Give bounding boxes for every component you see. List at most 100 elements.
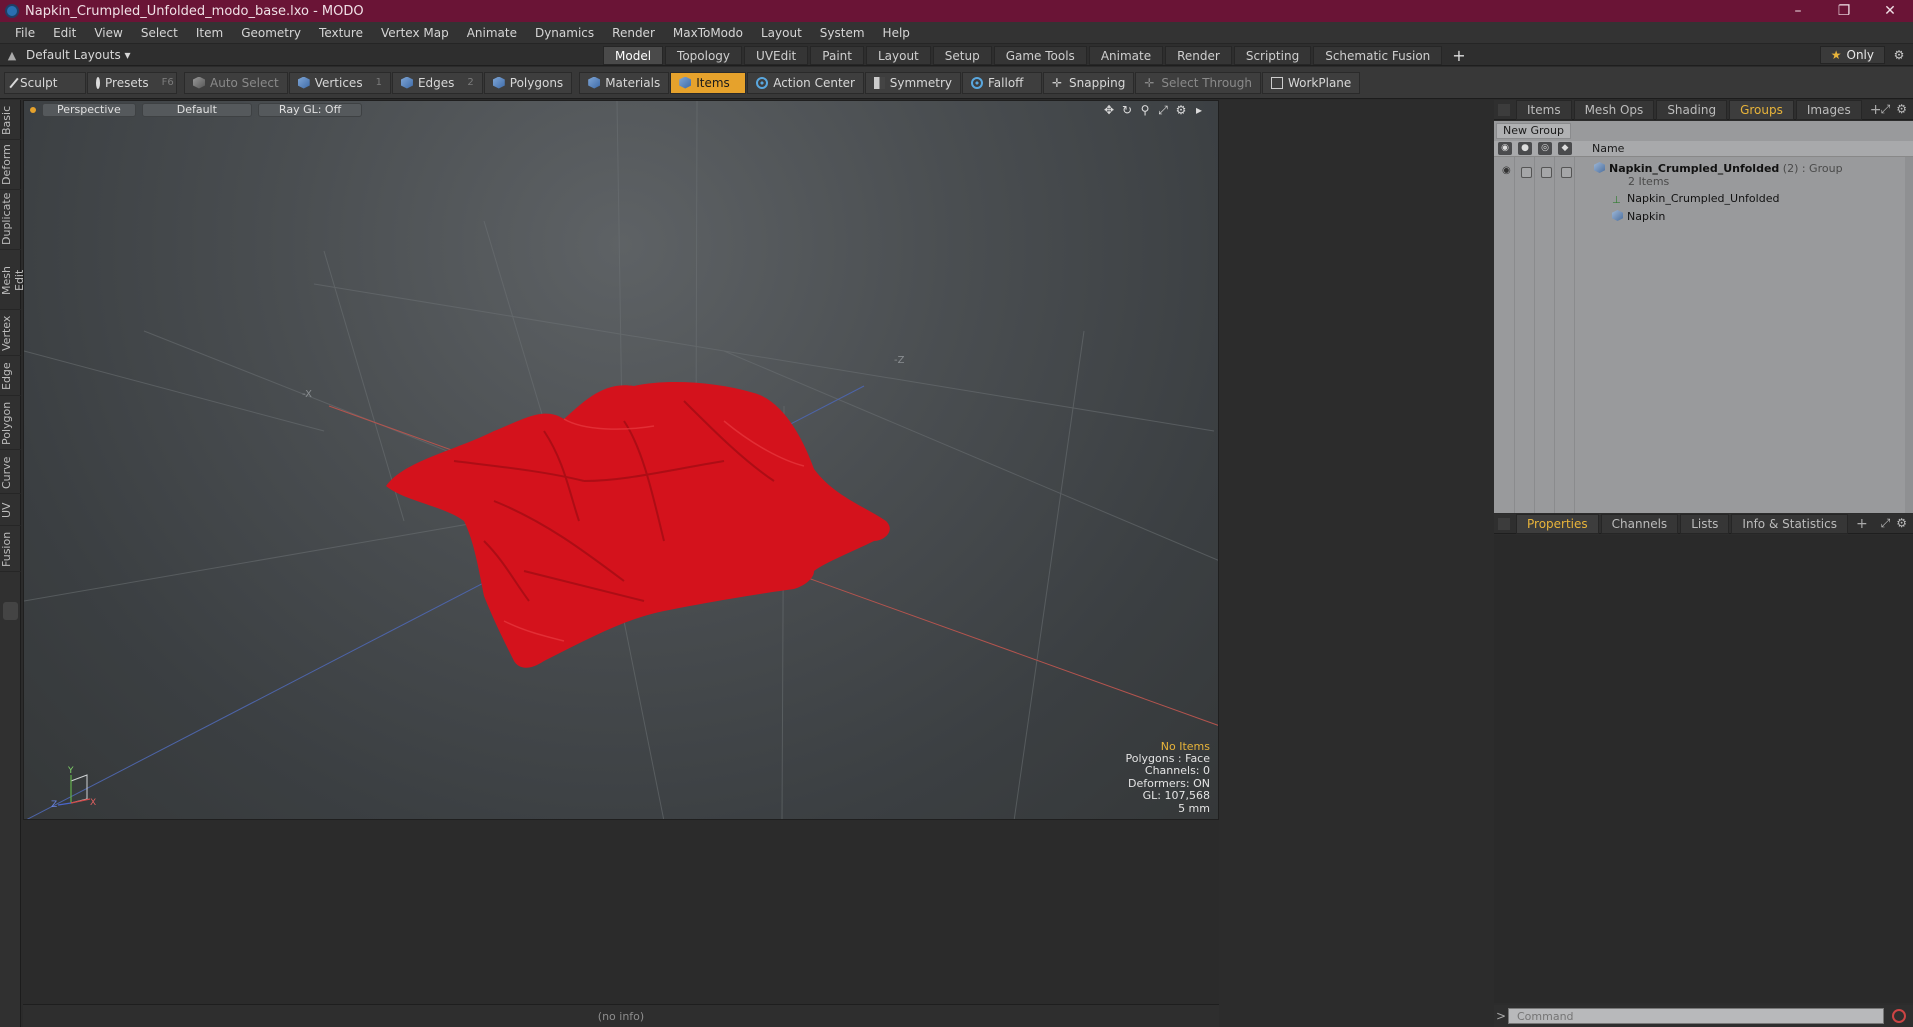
new-group-button[interactable]: New Group xyxy=(1496,123,1571,139)
3d-viewport[interactable]: -X -Z Y Z X Perspective Default Ray GL: … xyxy=(23,100,1219,820)
render-checkbox[interactable] xyxy=(1541,167,1552,178)
materials-button[interactable]: Materials xyxy=(579,71,670,94)
items-button[interactable]: Items xyxy=(670,71,747,94)
layout-pin-icon[interactable]: ▲ xyxy=(4,49,20,62)
falloff-button[interactable]: Falloff xyxy=(962,71,1042,94)
symmetry-button[interactable]: Symmetry xyxy=(865,71,961,94)
vtab-uv[interactable]: UV xyxy=(0,496,21,526)
menu-animate[interactable]: Animate xyxy=(458,22,526,44)
vtab-vertex[interactable]: Vertex xyxy=(0,312,21,356)
add-layout-tab-button[interactable]: + xyxy=(1444,46,1473,65)
viewport-expand-icon[interactable]: ▸ xyxy=(1192,103,1206,117)
gear-icon[interactable]: ⚙ xyxy=(1891,46,1907,64)
tab-mesh-ops[interactable]: Mesh Ops xyxy=(1573,99,1655,120)
menu-maxtomodo[interactable]: MaxToModo xyxy=(664,22,752,44)
menu-file[interactable]: File xyxy=(6,22,44,44)
menu-vertex-map[interactable]: Vertex Map xyxy=(372,22,458,44)
snapping-button[interactable]: ✛ Snapping xyxy=(1043,71,1135,94)
list-item[interactable]: ⊥ Napkin_Crumpled_Unfolded xyxy=(1494,191,1913,207)
tab-model[interactable]: Model xyxy=(603,46,664,65)
visibility-column-icon[interactable]: ◉ xyxy=(1498,142,1512,155)
viewport-menu-icon[interactable] xyxy=(30,107,36,113)
tab-items[interactable]: Items xyxy=(1516,99,1572,120)
vertices-button[interactable]: Vertices 1 xyxy=(288,71,391,94)
tab-lists[interactable]: Lists xyxy=(1680,513,1730,534)
select-checkbox[interactable] xyxy=(1561,167,1572,178)
group-row[interactable]: ◉ Napkin_Crumpled_Unfolded (2) : Group 2… xyxy=(1494,161,1913,188)
zoom-icon[interactable]: ⚲ xyxy=(1138,103,1152,117)
menu-texture[interactable]: Texture xyxy=(310,22,372,44)
left-tabs-slot[interactable] xyxy=(3,602,18,620)
record-icon[interactable] xyxy=(1892,1009,1906,1023)
menu-render[interactable]: Render xyxy=(603,22,664,44)
presets-button[interactable]: Presets F6 xyxy=(87,71,177,94)
vtab-duplicate[interactable]: Duplicate xyxy=(0,192,21,250)
tab-info-statistics[interactable]: Info & Statistics xyxy=(1731,513,1848,534)
select-through-button[interactable]: ✛ Select Through xyxy=(1135,71,1261,94)
only-toggle[interactable]: ★ Only xyxy=(1819,46,1885,64)
list-scrollbar[interactable] xyxy=(1905,157,1913,513)
pan-icon[interactable]: ✥ xyxy=(1102,103,1116,117)
render-column-icon[interactable]: ◎ xyxy=(1538,142,1552,155)
tab-layout[interactable]: Layout xyxy=(865,46,931,65)
vtab-edge[interactable]: Edge xyxy=(0,358,21,396)
add-panel-tab-button[interactable]: + xyxy=(1850,516,1874,532)
select-column-icon[interactable]: ◆ xyxy=(1558,142,1572,155)
tab-shading[interactable]: Shading xyxy=(1656,99,1728,120)
panel-grip-icon[interactable] xyxy=(1498,517,1510,530)
polygons-button[interactable]: Polygons xyxy=(483,71,573,94)
panel-expand-icon[interactable]: ⤢ xyxy=(1881,516,1891,531)
tab-scripting[interactable]: Scripting xyxy=(1233,46,1312,65)
rotate-icon[interactable]: ↻ xyxy=(1120,103,1134,117)
menu-layout[interactable]: Layout xyxy=(752,22,811,44)
panel-expand-icon[interactable]: ⤢ xyxy=(1881,102,1891,117)
tab-uvedit[interactable]: UVEdit xyxy=(744,46,809,65)
workplane-button[interactable]: WorkPlane xyxy=(1261,71,1361,94)
fit-icon[interactable]: ⤢ xyxy=(1156,103,1170,117)
vtab-basic[interactable]: Basic xyxy=(0,104,21,140)
viewport-gear-icon[interactable]: ⚙ xyxy=(1174,103,1188,117)
vtab-deform[interactable]: Deform xyxy=(0,142,21,190)
menu-system[interactable]: System xyxy=(811,22,874,44)
close-button[interactable]: ✕ xyxy=(1867,0,1913,22)
tab-topology[interactable]: Topology xyxy=(665,46,743,65)
menu-view[interactable]: View xyxy=(85,22,131,44)
restore-button[interactable]: ❐ xyxy=(1821,0,1867,22)
vtab-mesh-edit[interactable]: Mesh Edit xyxy=(0,252,26,310)
tab-game-tools[interactable]: Game Tools xyxy=(993,46,1087,65)
tab-render[interactable]: Render xyxy=(1165,46,1232,65)
edges-button[interactable]: Edges 2 xyxy=(391,71,483,94)
menu-help[interactable]: Help xyxy=(874,22,919,44)
panel-gear-icon[interactable]: ⚙ xyxy=(1896,102,1907,117)
action-center-button[interactable]: Action Center xyxy=(747,71,864,94)
lock-column-icon[interactable]: ● xyxy=(1518,142,1532,155)
tab-setup[interactable]: Setup xyxy=(932,46,992,65)
auto-select-button[interactable]: Auto Select xyxy=(184,71,288,94)
tab-properties[interactable]: Properties xyxy=(1516,513,1599,534)
raygl-button[interactable]: Ray GL: Off xyxy=(257,103,363,117)
eye-icon[interactable]: ◉ xyxy=(1502,165,1514,176)
panel-grip-icon[interactable] xyxy=(1498,103,1510,116)
menu-item[interactable]: Item xyxy=(187,22,232,44)
vtab-polygon[interactable]: Polygon xyxy=(0,398,21,450)
tab-images[interactable]: Images xyxy=(1795,99,1862,120)
list-item[interactable]: Napkin xyxy=(1494,209,1913,225)
vtab-fusion[interactable]: Fusion xyxy=(0,528,21,572)
tab-animate[interactable]: Animate xyxy=(1088,46,1164,65)
groups-list[interactable]: New Group ◉ ● ◎ ◆ Name ◉ Napkin_Crumpled… xyxy=(1494,121,1913,513)
shading-default-button[interactable]: Default xyxy=(141,103,252,117)
tab-paint[interactable]: Paint xyxy=(810,46,864,65)
vtab-curve[interactable]: Curve xyxy=(0,452,21,494)
lock-checkbox[interactable] xyxy=(1521,167,1532,178)
tab-schematic-fusion[interactable]: Schematic Fusion xyxy=(1313,46,1443,65)
minimize-button[interactable]: – xyxy=(1775,0,1821,22)
menu-edit[interactable]: Edit xyxy=(44,22,85,44)
tab-groups[interactable]: Groups xyxy=(1729,99,1794,120)
perspective-button[interactable]: Perspective xyxy=(42,103,136,117)
menu-select[interactable]: Select xyxy=(132,22,187,44)
command-input[interactable] xyxy=(1508,1008,1884,1024)
menu-dynamics[interactable]: Dynamics xyxy=(526,22,603,44)
default-layouts-dropdown[interactable]: ▲ Default Layouts ▾ xyxy=(4,46,131,64)
menu-geometry[interactable]: Geometry xyxy=(232,22,310,44)
panel-gear-icon[interactable]: ⚙ xyxy=(1896,516,1907,531)
